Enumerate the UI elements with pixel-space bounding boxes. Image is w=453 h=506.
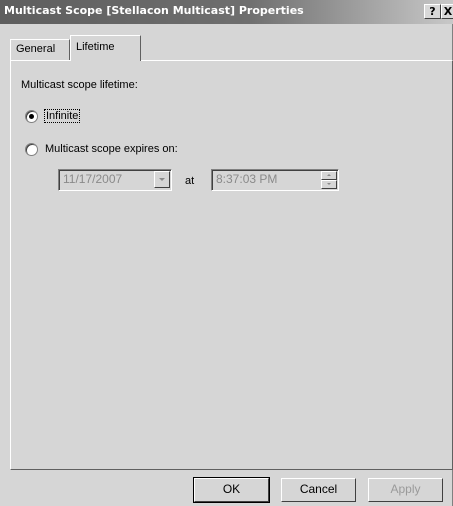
lifetime-panel: Multicast scope lifetime: Infinite Multi… — [10, 60, 453, 470]
spin-down-icon — [327, 183, 331, 185]
tab-general[interactable]: General — [10, 39, 70, 60]
expiry-date-value: 11/17/2007 — [63, 172, 123, 186]
close-button[interactable]: X — [441, 4, 453, 19]
lifetime-heading: Multicast scope lifetime: — [21, 79, 138, 91]
time-spin-down-button[interactable] — [321, 180, 337, 189]
expiry-date-picker[interactable]: 11/17/2007 — [58, 169, 172, 191]
window-title: Multicast Scope [Stellacon Multicast] Pr… — [4, 4, 304, 17]
radio-expires-on[interactable] — [25, 143, 38, 156]
date-dropdown-button[interactable] — [154, 171, 170, 188]
chevron-down-icon — [159, 178, 165, 181]
ok-button[interactable]: OK — [193, 477, 270, 503]
cancel-button[interactable]: Cancel — [281, 478, 356, 502]
radio-infinite-label[interactable]: Infinite — [43, 109, 81, 123]
radio-expires-on-label[interactable]: Multicast scope expires on: — [45, 143, 178, 155]
expiry-time-picker[interactable]: 8:37:03 PM — [211, 169, 339, 191]
spin-up-icon — [327, 174, 331, 176]
time-spin-up-button[interactable] — [321, 171, 337, 180]
expiry-time-value: 8:37:03 PM — [216, 172, 278, 186]
properties-dialog: Multicast Scope [Stellacon Multicast] Pr… — [0, 0, 453, 506]
at-label: at — [185, 175, 195, 187]
radio-infinite[interactable] — [25, 110, 38, 123]
tab-lifetime[interactable]: Lifetime — [70, 35, 141, 61]
radio-selected-dot — [29, 114, 34, 119]
apply-button[interactable]: Apply — [368, 478, 443, 502]
help-button[interactable]: ? — [424, 4, 441, 19]
title-bar[interactable]: Multicast Scope [Stellacon Multicast] Pr… — [0, 0, 453, 24]
